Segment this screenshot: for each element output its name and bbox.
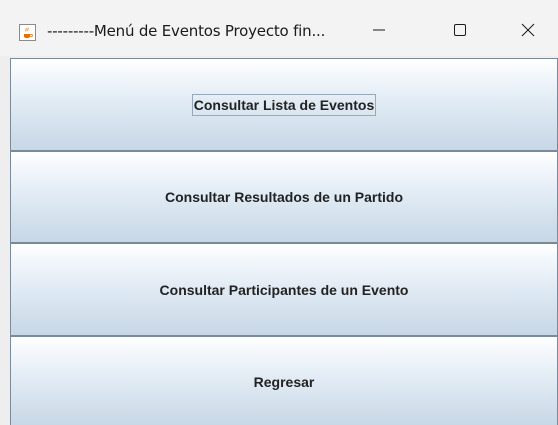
application-window: ---------Menú de Eventos Proyecto fin... (0, 0, 558, 425)
java-coffee-icon[interactable] (19, 24, 36, 41)
close-button[interactable] (508, 12, 548, 52)
button-label: Consultar Lista de Eventos (191, 93, 377, 116)
menu-panel: Consultar Lista de Eventos Consultar Res… (10, 58, 558, 425)
window-title: ---------Menú de Eventos Proyecto fin... (47, 22, 326, 40)
regresar-button[interactable]: Regresar (10, 336, 558, 425)
consultar-lista-eventos-button[interactable]: Consultar Lista de Eventos (10, 58, 558, 151)
title-bar[interactable]: ---------Menú de Eventos Proyecto fin... (0, 0, 558, 56)
button-label: Consultar Participantes de un Evento (159, 281, 409, 298)
minimize-icon (372, 23, 386, 42)
consultar-resultados-partido-button[interactable]: Consultar Resultados de un Partido (10, 151, 558, 243)
close-icon (521, 23, 535, 42)
button-label: Regresar (253, 374, 315, 390)
maximize-icon (453, 23, 467, 42)
minimize-button[interactable] (359, 12, 399, 52)
consultar-participantes-evento-button[interactable]: Consultar Participantes de un Evento (10, 243, 558, 336)
maximize-button[interactable] (440, 12, 480, 52)
button-label: Consultar Resultados de un Partido (164, 189, 404, 205)
